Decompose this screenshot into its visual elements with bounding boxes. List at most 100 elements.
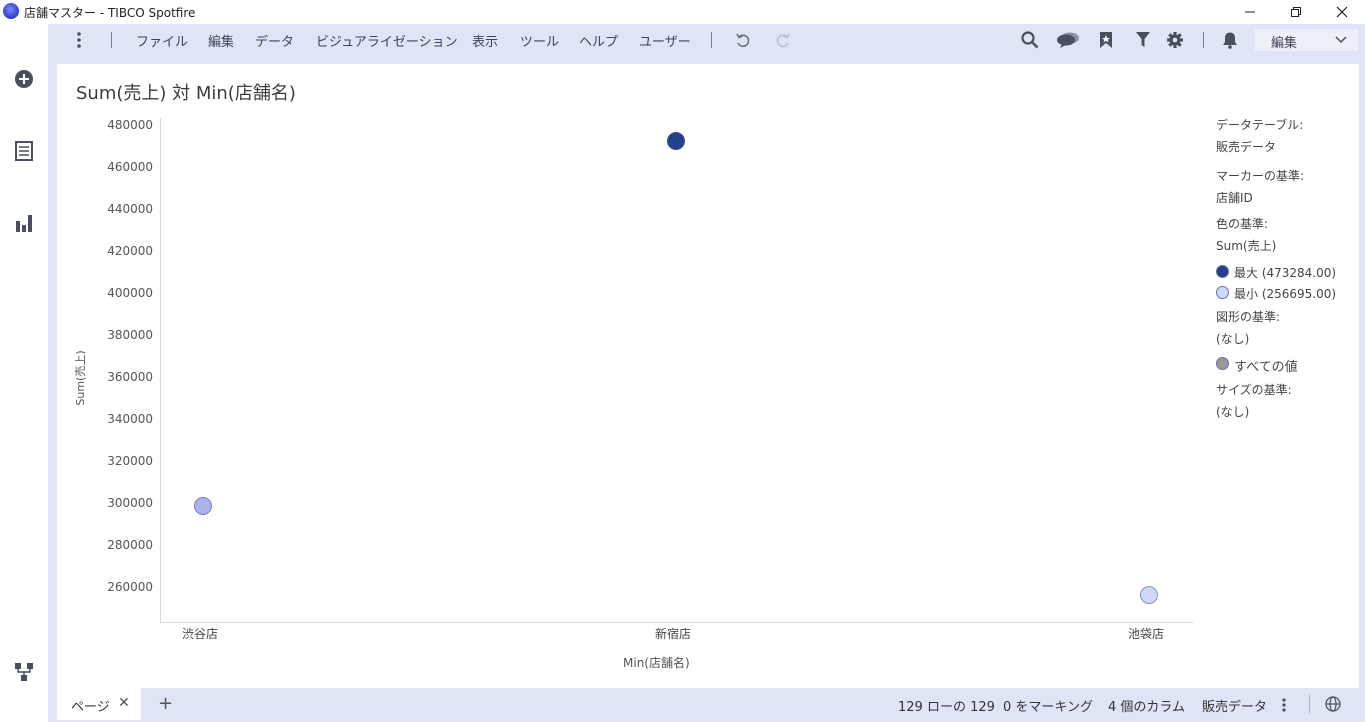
restore-button[interactable]: [1273, 0, 1319, 24]
left-rail: [0, 24, 48, 722]
restore-icon: [1291, 7, 1301, 17]
menu-view[interactable]: 表示: [472, 31, 498, 50]
mode-select-value: 編集: [1271, 36, 1298, 51]
undo-button[interactable]: [733, 30, 753, 50]
legend-min-entry[interactable]: 最小 (256695.00): [1234, 285, 1336, 302]
y-tick-label: 460000: [107, 160, 153, 175]
legend-max-swatch: [1216, 265, 1229, 278]
visualization-types-button[interactable]: [12, 211, 36, 235]
menu-data[interactable]: データ: [255, 31, 294, 50]
gear-icon: [1167, 32, 1183, 48]
add-data-button[interactable]: [12, 67, 36, 91]
legend-all-values[interactable]: すべての値: [1234, 356, 1298, 375]
minimize-button[interactable]: [1227, 0, 1273, 24]
more-menu-button[interactable]: [69, 30, 89, 50]
collaboration-icon: [1057, 32, 1079, 48]
collaboration-button[interactable]: [1056, 30, 1080, 50]
bookmark-icon: [1100, 32, 1112, 48]
legend-data-table-label: データテーブル:: [1216, 118, 1304, 132]
filter-icon: [1136, 32, 1150, 47]
status-row-count: 129 ローの 129: [898, 700, 995, 715]
bookmark-button[interactable]: [1096, 30, 1116, 50]
y-tick-label: 300000: [107, 496, 153, 511]
scatter-marker[interactable]: [667, 131, 685, 150]
redo-icon: [776, 33, 790, 47]
visualization-panel: [57, 64, 1359, 688]
legend-size-by-value[interactable]: (なし): [1216, 403, 1249, 420]
language-button[interactable]: [1325, 696, 1341, 716]
filter-button[interactable]: [1133, 30, 1153, 50]
y-axis-label[interactable]: Sum(売上): [72, 348, 88, 408]
title-bar: 店舗マスター - TIBCO Spotfire: [0, 0, 1365, 24]
vertical-dots-icon: [1282, 698, 1286, 712]
y-tick-label: 380000: [107, 328, 153, 343]
y-tick-label: 440000: [107, 202, 153, 217]
window-title: 店舗マスター - TIBCO Spotfire: [24, 6, 196, 20]
visualization-title[interactable]: Sum(売上) 対 Min(店舗名): [76, 79, 296, 105]
legend-data-table-value[interactable]: 販売データ: [1216, 138, 1276, 155]
x-axis-line: [160, 622, 1193, 623]
y-axis-line: [160, 118, 161, 623]
legend-max-entry[interactable]: 最大 (473284.00): [1234, 264, 1336, 281]
menu-tools[interactable]: ツール: [520, 31, 559, 50]
y-tick-label: 480000: [107, 118, 153, 133]
menu-edit[interactable]: 編集: [208, 31, 234, 50]
page-tab[interactable]: ページ ✕: [57, 688, 141, 720]
status-data-table[interactable]: 販売データ: [1202, 696, 1267, 715]
status-marking: 0 をマーキング: [1003, 700, 1094, 715]
vertical-dots-icon: [77, 32, 81, 48]
data-table-button[interactable]: [12, 139, 36, 163]
menu-user[interactable]: ユーザー: [639, 31, 691, 50]
close-tab-icon[interactable]: ✕: [118, 695, 130, 711]
notifications-button[interactable]: [1220, 30, 1240, 50]
data-table-icon: [15, 141, 33, 161]
add-icon: [15, 70, 33, 88]
mode-select[interactable]: 編集: [1255, 29, 1358, 51]
y-tick-label: 320000: [107, 454, 153, 469]
y-tick-label: 340000: [107, 412, 153, 427]
legend-size-by-label: サイズの基準:: [1216, 383, 1292, 397]
y-tick-label: 280000: [107, 538, 153, 553]
menu-help[interactable]: ヘルプ: [579, 31, 618, 50]
toolbar-separator: [1203, 32, 1204, 48]
toolbar-separator: [111, 32, 112, 48]
chevron-down-icon: [1335, 36, 1347, 44]
legend-color-by-value[interactable]: Sum(売上): [1216, 237, 1276, 254]
bell-icon: [1223, 32, 1237, 49]
legend-all-values-swatch: [1216, 357, 1229, 370]
legend-marker-by-label: マーカーの基準:: [1216, 169, 1305, 183]
close-icon: [1336, 6, 1348, 18]
x-tick-label: 渋谷店: [182, 627, 219, 641]
menu-file[interactable]: ファイル: [136, 31, 188, 50]
visualization-icon: [16, 215, 32, 232]
y-tick-label: 420000: [107, 244, 153, 259]
search-icon: [1021, 31, 1039, 49]
x-tick-label: 池袋店: [1128, 627, 1165, 641]
minimize-icon: [1245, 11, 1255, 13]
data-canvas-icon: [15, 663, 33, 681]
page-tab-label: ページ: [71, 700, 110, 715]
data-canvas-button[interactable]: [12, 660, 36, 684]
close-button[interactable]: [1319, 0, 1365, 24]
y-tick-label: 360000: [107, 370, 153, 385]
legend-min-swatch: [1216, 286, 1229, 299]
scatter-marker[interactable]: [194, 496, 212, 515]
x-axis-label[interactable]: Min(店舗名): [623, 654, 690, 671]
legend-shape-by-value[interactable]: (なし): [1216, 330, 1249, 347]
menu-visualization[interactable]: ビジュアライゼーション: [316, 31, 458, 50]
globe-icon: [1325, 696, 1341, 712]
legend-color-by-label: 色の基準:: [1216, 217, 1269, 231]
y-tick-label: 400000: [107, 286, 153, 301]
legend-marker-by-value[interactable]: 店舗ID: [1216, 189, 1253, 206]
redo-button[interactable]: [773, 30, 793, 50]
search-button[interactable]: [1020, 30, 1040, 50]
toolbar-separator: [711, 32, 712, 48]
y-tick-label: 260000: [107, 580, 153, 595]
x-tick-label: 新宿店: [655, 627, 692, 641]
status-columns: 4 個のカラム: [1108, 700, 1186, 715]
settings-button[interactable]: [1165, 30, 1185, 50]
spotfire-logo-icon: [3, 3, 19, 19]
add-page-button[interactable]: +: [158, 693, 173, 714]
status-more-button[interactable]: [1281, 697, 1287, 717]
legend-shape-by-label: 図形の基準:: [1216, 310, 1281, 324]
